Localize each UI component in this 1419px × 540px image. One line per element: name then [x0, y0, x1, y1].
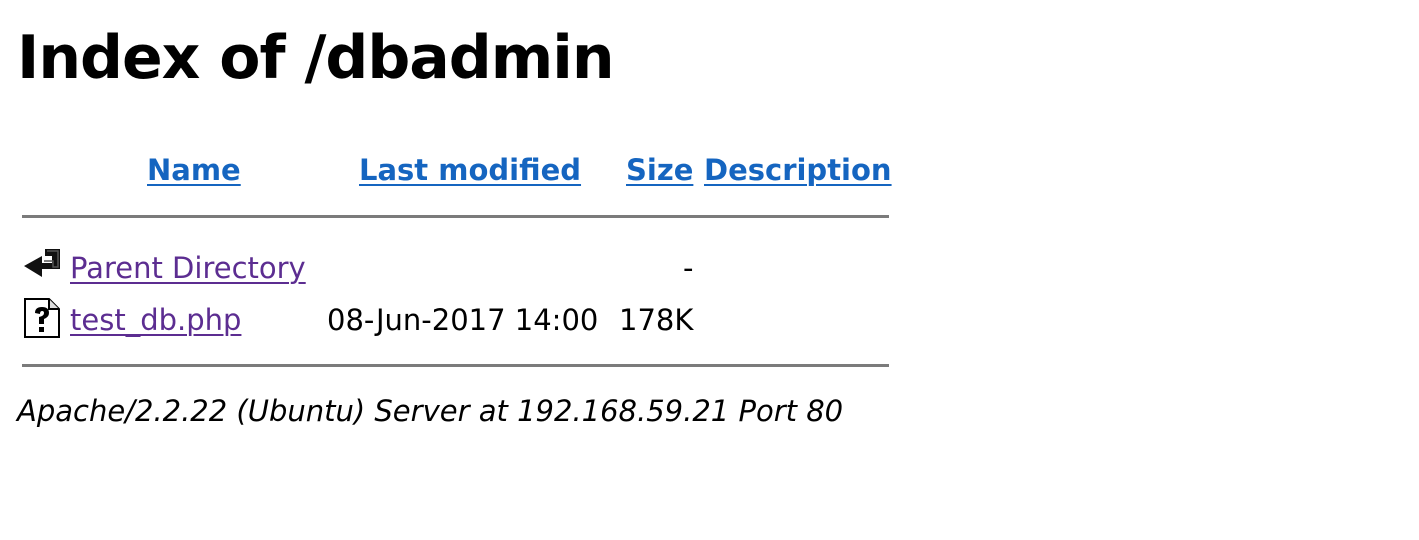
- sort-by-description-link[interactable]: Description: [704, 150, 892, 190]
- sort-by-size-link[interactable]: Size: [626, 150, 693, 190]
- server-signature: Apache/2.2.22 (Ubuntu) Server at 192.168…: [17, 394, 844, 428]
- page-title: Index of /dbadmin: [17, 23, 615, 93]
- size-cell: -: [683, 251, 694, 285]
- sort-by-name-link[interactable]: Name: [147, 150, 241, 190]
- unknown-file-icon: [24, 298, 60, 338]
- last-modified-cell: 08-Jun-2017 14:00: [327, 303, 599, 337]
- sort-by-last-modified-link[interactable]: Last modified: [359, 150, 581, 190]
- size-cell: 178K: [619, 303, 694, 337]
- parent-directory-link[interactable]: Parent Directory: [70, 248, 306, 288]
- file-link-test-db[interactable]: test_db.php: [70, 300, 241, 340]
- footer-divider: [22, 364, 889, 367]
- back-arrow-icon: [24, 249, 60, 277]
- header-divider: [22, 215, 889, 218]
